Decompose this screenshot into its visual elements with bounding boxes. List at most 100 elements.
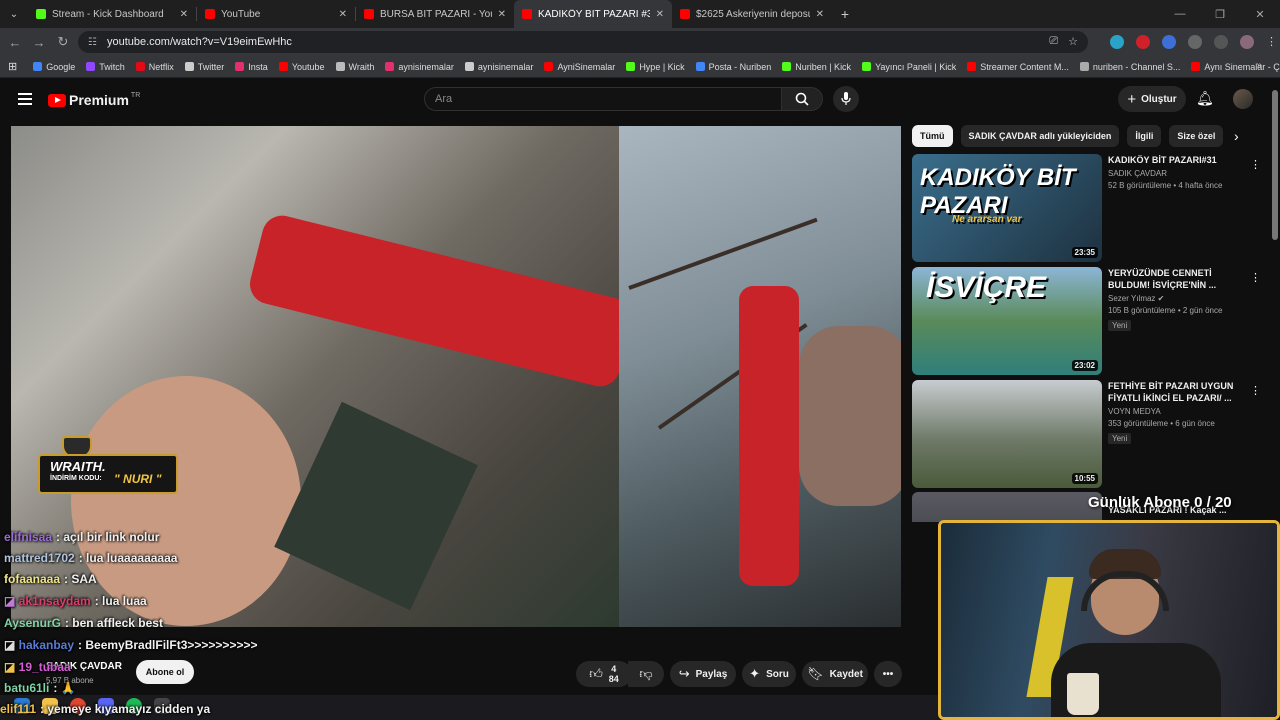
more-vertical-icon[interactable]: ⋮ (1250, 384, 1261, 397)
new-tab-icon[interactable]: + (832, 6, 858, 22)
recommended-video[interactable]: 10:55 FETHİYE BİT PAZARI UYGUN FİYATLI İ… (912, 380, 1262, 488)
video-duration: 23:02 (1071, 360, 1098, 371)
video-channel[interactable]: Sezer Yılmaz ✔ (1108, 294, 1238, 303)
bookmark-item[interactable]: Posta - Nuriben (695, 62, 771, 72)
close-tab-icon[interactable]: ✕ (498, 9, 506, 20)
tab-list-icon[interactable] (1214, 35, 1228, 49)
bookmark-item[interactable]: Twitter (184, 62, 224, 72)
filter-chip-related[interactable]: İlgili (1127, 125, 1162, 147)
video-thumbnail[interactable]: KADIKÖY BİT PAZARI Ne ararsan var 23:35 (912, 154, 1102, 262)
bookmark-label: AyniSinemalar (557, 61, 616, 72)
bookmark-item[interactable]: AyniSinemalar (544, 62, 615, 72)
more-icon[interactable]: ⋮ (1266, 35, 1277, 49)
bookmark-item[interactable]: aynisinemalar (385, 62, 454, 72)
save-button[interactable]: 🔖︎ Kaydet (802, 661, 868, 687)
minimize-icon[interactable]: — (1160, 8, 1200, 20)
bookmark-item[interactable]: Nuriben | Kick (782, 62, 851, 72)
video-channel[interactable]: VOYN MEDYA (1108, 407, 1238, 416)
bookmark-item[interactable]: Twitch (86, 62, 125, 72)
recommended-video[interactable]: İSVİÇRE 23:02 YERYÜZÜNDE CENNETİ BULDUM!… (912, 267, 1262, 375)
close-tab-icon[interactable]: ✕ (339, 9, 347, 20)
recommendation-filters: Tümü SADIK ÇAVDAR adlı yükleyiciden İlgi… (912, 125, 1224, 147)
video-title[interactable]: YERYÜZÜNDE CENNETİ BULDUM! İSVİÇRE'NİN .… (1108, 267, 1238, 291)
chevron-right-icon[interactable]: › (1234, 128, 1239, 144)
more-actions-button[interactable]: ••• (874, 661, 902, 687)
video-thumbnail[interactable] (912, 492, 1102, 522)
video-duration: 23:35 (1071, 247, 1098, 258)
youtube-logo[interactable]: Premium TR (48, 92, 140, 108)
search-button[interactable] (781, 87, 823, 111)
bookmark-star-icon[interactable]: ☆ (1068, 35, 1078, 48)
more-vertical-icon[interactable]: ⋮ (1250, 158, 1261, 171)
close-tab-icon[interactable]: ✕ (180, 9, 188, 20)
subscribe-button[interactable]: Abone ol (136, 660, 194, 684)
x-icon (184, 62, 194, 71)
url-field[interactable]: ☷ youtube.com/watch?v=V19eimEwHhc ⎚ ☆ (78, 31, 1088, 53)
voice-search-button[interactable] (833, 86, 859, 112)
more-vertical-icon[interactable]: ⋮ (1250, 271, 1261, 284)
tab-search-chevron-icon[interactable]: ⌄ (0, 0, 28, 28)
filter-chip-for-you[interactable]: Size özel (1169, 125, 1224, 147)
apps-grid-icon[interactable]: ⊞ (8, 60, 17, 73)
forward-icon[interactable]: → (27, 35, 51, 50)
bookmark-label: Youtube (291, 61, 325, 72)
close-tab-icon[interactable]: ✕ (816, 9, 824, 20)
ask-button[interactable]: ✦ Soru (742, 661, 796, 687)
site-info-icon[interactable]: ☷ (88, 37, 97, 48)
browser-tab[interactable]: Stream - Kick Dashboard ✕ (28, 0, 196, 28)
bookmark-item[interactable]: Insta (235, 62, 268, 72)
close-tab-icon[interactable]: ✕ (656, 9, 664, 20)
share-icon: ↪ (678, 666, 690, 681)
video-thumbnail[interactable]: İSVİÇRE 23:02 (912, 267, 1102, 375)
puzzle-icon[interactable] (1188, 35, 1202, 49)
share-button[interactable]: ↪ Paylaş (670, 661, 736, 687)
bookmarks-overflow-icon[interactable]: » (1256, 60, 1262, 71)
profile-icon[interactable] (1240, 35, 1254, 49)
video-thumbnail[interactable]: 10:55 (912, 380, 1102, 488)
maximize-icon[interactable]: ❐ (1200, 8, 1240, 21)
bookmark-item[interactable]: Wraith (335, 62, 374, 72)
bookmark-item[interactable]: Hype | Kick (626, 62, 685, 72)
search-input[interactable]: Ara (424, 87, 782, 111)
youtube-icon (278, 62, 288, 71)
reload-icon[interactable]: ↻ (51, 34, 75, 50)
verified-icon: ✔ (1157, 294, 1165, 303)
video-title[interactable]: KADIKÖY BİT PAZARI#31 (1108, 154, 1238, 166)
extension-icon[interactable] (1110, 35, 1124, 49)
video-channel[interactable]: SADIK ÇAVDAR (1108, 169, 1238, 178)
bookmark-item[interactable]: Streamer Content M... (967, 62, 1069, 72)
bookmark-item[interactable]: nuriben - Channel S... (1079, 62, 1180, 72)
create-button[interactable]: + Oluştur (1118, 86, 1186, 112)
bookmark-item[interactable]: Netflix (135, 62, 174, 72)
extension-icon[interactable] (1136, 35, 1150, 49)
recommended-video[interactable]: KADIKÖY BİT PAZARI Ne ararsan var 23:35 … (912, 154, 1262, 262)
bookmark-item[interactable]: aynisinemalar (464, 62, 533, 72)
user-avatar[interactable] (1233, 89, 1253, 109)
browser-tab-active[interactable]: KADIKÖY BİT PAZARI #32 - YouT ✕ (514, 0, 672, 28)
video-title[interactable]: FETHİYE BİT PAZARI UYGUN FİYATLI İKİNCİ … (1108, 380, 1238, 404)
like-button[interactable]: 👍︎ 4 84 (576, 661, 632, 687)
browser-tab[interactable]: $2625 Askeriyenin deposunu al ✕ (672, 0, 832, 28)
bookmark-label: Google (46, 61, 76, 72)
back-icon[interactable]: ← (3, 35, 27, 50)
dislike-button[interactable]: 👎︎ (628, 661, 664, 687)
notifications-bell-icon[interactable]: 🔔︎ (1196, 90, 1214, 107)
chat-username: hakanbay (18, 638, 75, 652)
filter-chip-uploader[interactable]: SADIK ÇAVDAR adlı yükleyiciden (960, 125, 1120, 147)
region-label: TR (130, 91, 141, 99)
cast-icon[interactable]: ⎚ (1049, 35, 1058, 48)
page-scrollbar[interactable] (1272, 90, 1278, 240)
browser-tab[interactable]: YouTube ✕ (197, 0, 355, 28)
bookmark-item[interactable]: Google (33, 62, 75, 72)
tab-title: KADIKÖY BİT PAZARI #32 - YouT (538, 8, 650, 20)
close-window-icon[interactable]: ✕ (1240, 8, 1280, 21)
bookmark-item[interactable]: Yayıncı Paneli | Kick (862, 62, 956, 72)
video-meta: KADIKÖY BİT PAZARI#31 SADIK ÇAVDAR 52 B … (1108, 154, 1238, 190)
filter-chip-all[interactable]: Tümü (912, 125, 953, 147)
chat-username: ak1nsaydam (18, 594, 91, 608)
bookmark-item[interactable]: Aynı Sinemalar - Ça... (1191, 62, 1280, 72)
browser-tab[interactable]: BURSA BİT PAZARI - YouTube ✕ (356, 0, 514, 28)
bookmark-item[interactable]: Youtube (278, 61, 325, 72)
shield-icon[interactable] (1162, 35, 1176, 49)
menu-icon[interactable] (18, 93, 32, 105)
